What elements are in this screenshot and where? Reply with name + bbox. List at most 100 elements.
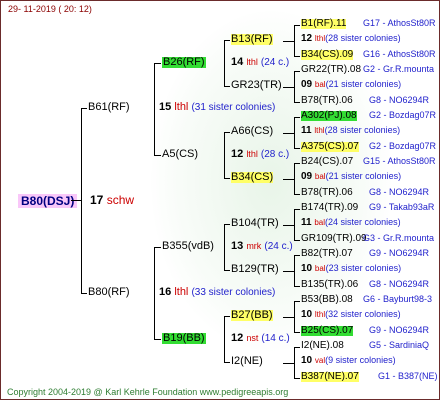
ggp-queen-5[interactable]: B104(TR) [231,218,279,229]
parent-note-1: lthl [174,101,189,113]
connector [283,271,294,272]
subject-queen-id[interactable]: B80(DSJ) [18,194,78,208]
ggp-queen-1[interactable]: B13(RF) [231,34,273,45]
gen4-note: lthl [314,34,326,43]
gen4-queen-id[interactable]: B25(CS).07 [301,326,354,336]
gen4-queen-id[interactable]: B387(NE).07 [301,372,359,382]
ggp-queen-6[interactable]: B129(TR) [231,264,279,275]
connector [81,293,87,294]
gen4-queen-id[interactable]: GR109(TR).09 [301,234,367,244]
gen4-queen-id[interactable]: A375(CS).07 [301,142,359,152]
report-date: 29- 11-2019 ( 20: 12) [8,4,92,14]
gen4-queen-id[interactable]: B174(TR).09 [301,203,358,213]
parent-queen-2[interactable]: B80(RF) [88,287,130,298]
gen4-note: bal [314,264,326,273]
ggp-queen-4[interactable]: B34(CS) [231,172,274,183]
parent-gen-2: 16 [159,286,172,298]
gen4-origin[interactable]: G2 - Gr.R.mounta [363,65,434,74]
gen4-queen-id[interactable]: B78(TR).06 [301,96,353,106]
gp-gen-3: 13 [231,240,244,252]
gen4-origin[interactable]: G8 - NO6294R [369,280,429,289]
gen4-queen-id[interactable]: B53(BB).08 [301,295,353,305]
gen4-note: bal [314,218,326,227]
parent-note-2: lthl [174,286,189,298]
gen4-summary: 10 val(9 sister colonies) [301,356,396,366]
subject-gen-note: schw [106,193,135,207]
parent-queen-1[interactable]: B61(RF) [88,102,130,113]
connector [81,108,87,109]
gen4-origin[interactable]: G8 - NO6294R [369,188,429,197]
gen4-queen-id[interactable]: B24(CS).07 [301,157,353,167]
connector [294,194,300,195]
connector [154,63,161,64]
parent-info-2: 16 lthl (33 sister colonies) [159,287,275,298]
gen4-queen-id[interactable]: A302(PJ).08 [301,111,357,121]
gp-queen-1[interactable]: B26(RF) [162,57,206,68]
gen4-queen-id[interactable]: B34(CS).09 [301,50,354,60]
connector [224,270,230,271]
gen4-queen-id[interactable]: B135(TR).06 [301,280,358,290]
gp-sisters-4: (14 c.) [261,333,290,344]
ggp-queen-3[interactable]: A66(CS) [231,126,273,137]
subject-generation: 17 schw [90,194,134,206]
gen4-origin[interactable]: G3 - Gr.R.mounta [363,234,434,243]
gp-gen-4: 12 [231,332,244,344]
connector [294,347,300,348]
gen4-queen-id[interactable]: B1(RF).11 [301,19,347,29]
subject-gen-number: 17 [90,193,104,207]
connector [294,163,295,194]
gp-sisters-3: (24 c.) [264,241,293,252]
gp-note-4: nst [246,333,259,343]
gen4-sisters: (24 sister colonies) [325,217,401,227]
connector [294,286,300,287]
connector [294,71,295,102]
connector [154,63,155,155]
gen4-origin[interactable]: G9 - Takab93aR [369,203,434,212]
gp-note-3: mrk [246,241,262,251]
gp-queen-3[interactable]: B355(vdB) [162,241,214,252]
ggp-queen-8[interactable]: I2(NE) [231,356,263,367]
connector [154,247,155,339]
gen4-origin[interactable]: G2 - Bozdag07R [369,142,436,151]
gen4-origin[interactable]: G5 - SardiniaQ [369,341,429,350]
gen4-gen-number: 09 [301,79,313,90]
gen4-note: bal [314,172,326,181]
gen4-origin[interactable]: G2 - Bozdag07R [369,111,436,120]
gp-info-1: 14 lthl (24 c.) [231,57,289,68]
gen4-origin[interactable]: G8 - NO6294R [369,96,429,105]
copyright-footer: Copyright 2004-2019 @ Karl Kehrle Founda… [7,387,289,397]
gp-gen-1: 14 [231,56,244,68]
connector [294,347,295,378]
connector [283,225,294,226]
connector [154,247,161,248]
gen4-note: bal [314,80,326,89]
connector [294,240,300,241]
gen4-origin[interactable]: G9 - NO6294R [369,326,429,335]
gen4-origin[interactable]: G9 - NO6294R [369,249,429,258]
gen4-gen-number: 12 [301,33,313,44]
gen4-sisters: (9 sister colonies) [325,355,396,365]
gen4-origin[interactable]: G6 - Bayburt98-3 [363,295,432,304]
gp-queen-2[interactable]: A5(CS) [162,149,198,160]
parent-sisters-1: (31 sister colonies) [191,102,276,113]
connector [294,378,300,379]
connector [283,41,294,42]
gen4-queen-id[interactable]: B82(TR).07 [301,249,353,259]
connector [224,86,230,87]
gp-queen-4[interactable]: B19(BB) [162,333,206,344]
gen4-queen-id[interactable]: B78(TR).06 [301,188,353,198]
connector [294,117,295,148]
gen4-origin[interactable]: G16 - AthosSt80R [363,50,436,59]
gen4-gen-number: 11 [301,125,312,136]
gen4-queen-id[interactable]: GR22(TR).08 [301,65,361,75]
gp-note-1: lthl [246,57,258,67]
gen4-note: lthl [314,126,325,135]
gen4-origin[interactable]: G15 - AthosSt80R [363,157,436,166]
gen4-queen-id[interactable]: I2(NE).08 [301,341,344,351]
gen4-origin[interactable]: G1 - B387(NE) [378,372,438,381]
ggp-queen-7[interactable]: B27(BB) [231,310,273,321]
connector [294,209,295,240]
connector [294,301,295,332]
ggp-queen-2[interactable]: GR23(TR) [231,80,282,91]
gen4-origin[interactable]: G17 - AthosSt80R [363,19,436,28]
